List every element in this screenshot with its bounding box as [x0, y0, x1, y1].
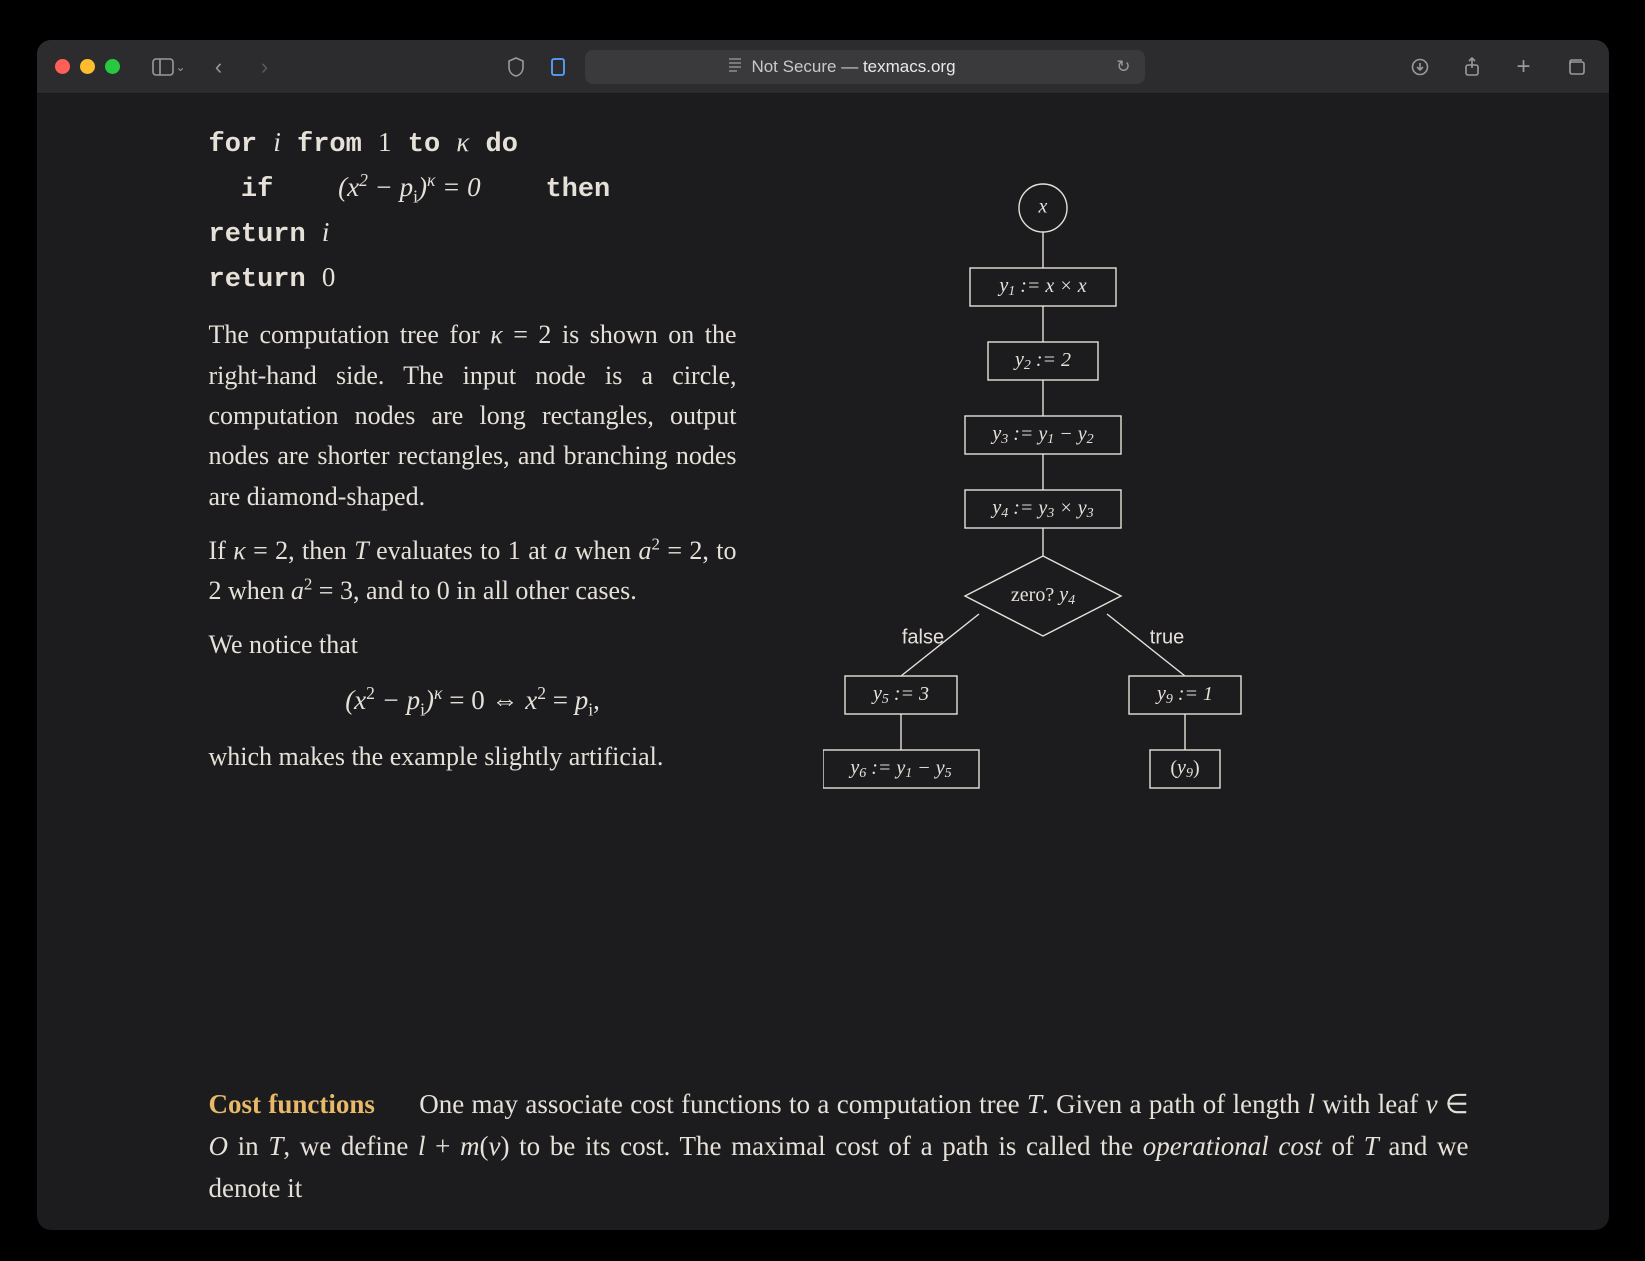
new-tab-button[interactable]: + — [1509, 52, 1539, 82]
svg-text:y6 := y1 − y5: y6 := y1 − y5 — [848, 757, 951, 782]
address-text: Not Secure — texmacs.org — [751, 57, 955, 77]
reader-icon[interactable] — [727, 56, 743, 77]
svg-text:x: x — [1037, 196, 1047, 218]
paragraph-1: The computation tree for κ = 2 is shown … — [209, 315, 737, 516]
pseudocode-block: for i from 1 to κ do if (x2 − pi)κ = 0 t… — [209, 122, 737, 301]
svg-text:y5 := 3: y5 := 3 — [870, 683, 928, 708]
close-button[interactable] — [55, 59, 70, 74]
share-button[interactable] — [1457, 52, 1487, 82]
svg-text:y1 := x × x: y1 := x × x — [997, 275, 1086, 300]
svg-text:(y9): (y9) — [1170, 757, 1199, 782]
svg-text:zero? y4: zero? y4 — [1010, 584, 1074, 609]
reload-button[interactable]: ↻ — [1116, 57, 1130, 77]
screen-icon[interactable] — [543, 52, 573, 82]
computation-tree-diagram: x y1 := x × x y2 := 2 y3 := y1 − y2 y4 :… — [823, 178, 1263, 898]
titlebar: ⌄ ‹ › Not Secure — texmacs.org ↻ — [37, 40, 1609, 94]
svg-text:true: true — [1149, 626, 1183, 648]
shield-icon[interactable] — [501, 52, 531, 82]
svg-text:y2 := 2: y2 := 2 — [1012, 349, 1070, 374]
browser-window: ⌄ ‹ › Not Secure — texmacs.org ↻ — [37, 40, 1609, 1230]
fullscreen-button[interactable] — [105, 59, 120, 74]
svg-text:y3 := y1 − y2: y3 := y1 − y2 — [990, 423, 1093, 448]
svg-text:y4 := y3 × y3: y4 := y3 × y3 — [990, 497, 1093, 522]
page-content: for i from 1 to κ do if (x2 − pi)κ = 0 t… — [37, 94, 1609, 1230]
cost-functions-section: Cost functions One may associate cost fu… — [209, 1084, 1469, 1210]
paragraph-2: If κ = 2, then T evaluates to 1 at a whe… — [209, 531, 737, 612]
sidebar-toggle[interactable]: ⌄ — [152, 58, 186, 76]
left-column: for i from 1 to κ do if (x2 − pi)κ = 0 t… — [209, 122, 737, 1230]
diagram-column: x y1 := x × x y2 := 2 y3 := y1 − y2 y4 :… — [823, 122, 1263, 1230]
paragraph-3: We notice that — [209, 625, 737, 665]
forward-button[interactable]: › — [250, 52, 280, 82]
svg-text:false: false — [901, 626, 943, 648]
window-controls — [55, 59, 120, 74]
svg-text:y9 := 1: y9 := 1 — [1154, 683, 1212, 708]
section-heading: Cost functions — [209, 1089, 375, 1119]
address-bar[interactable]: Not Secure — texmacs.org ↻ — [585, 50, 1145, 84]
minimize-button[interactable] — [80, 59, 95, 74]
math-display: (x2 − pi)κ = 0 ⇔ x2 = pi, — [209, 680, 737, 724]
downloads-button[interactable] — [1405, 52, 1435, 82]
tabs-button[interactable] — [1561, 52, 1591, 82]
paragraph-4: which makes the example slightly artific… — [209, 737, 737, 777]
back-button[interactable]: ‹ — [204, 52, 234, 82]
